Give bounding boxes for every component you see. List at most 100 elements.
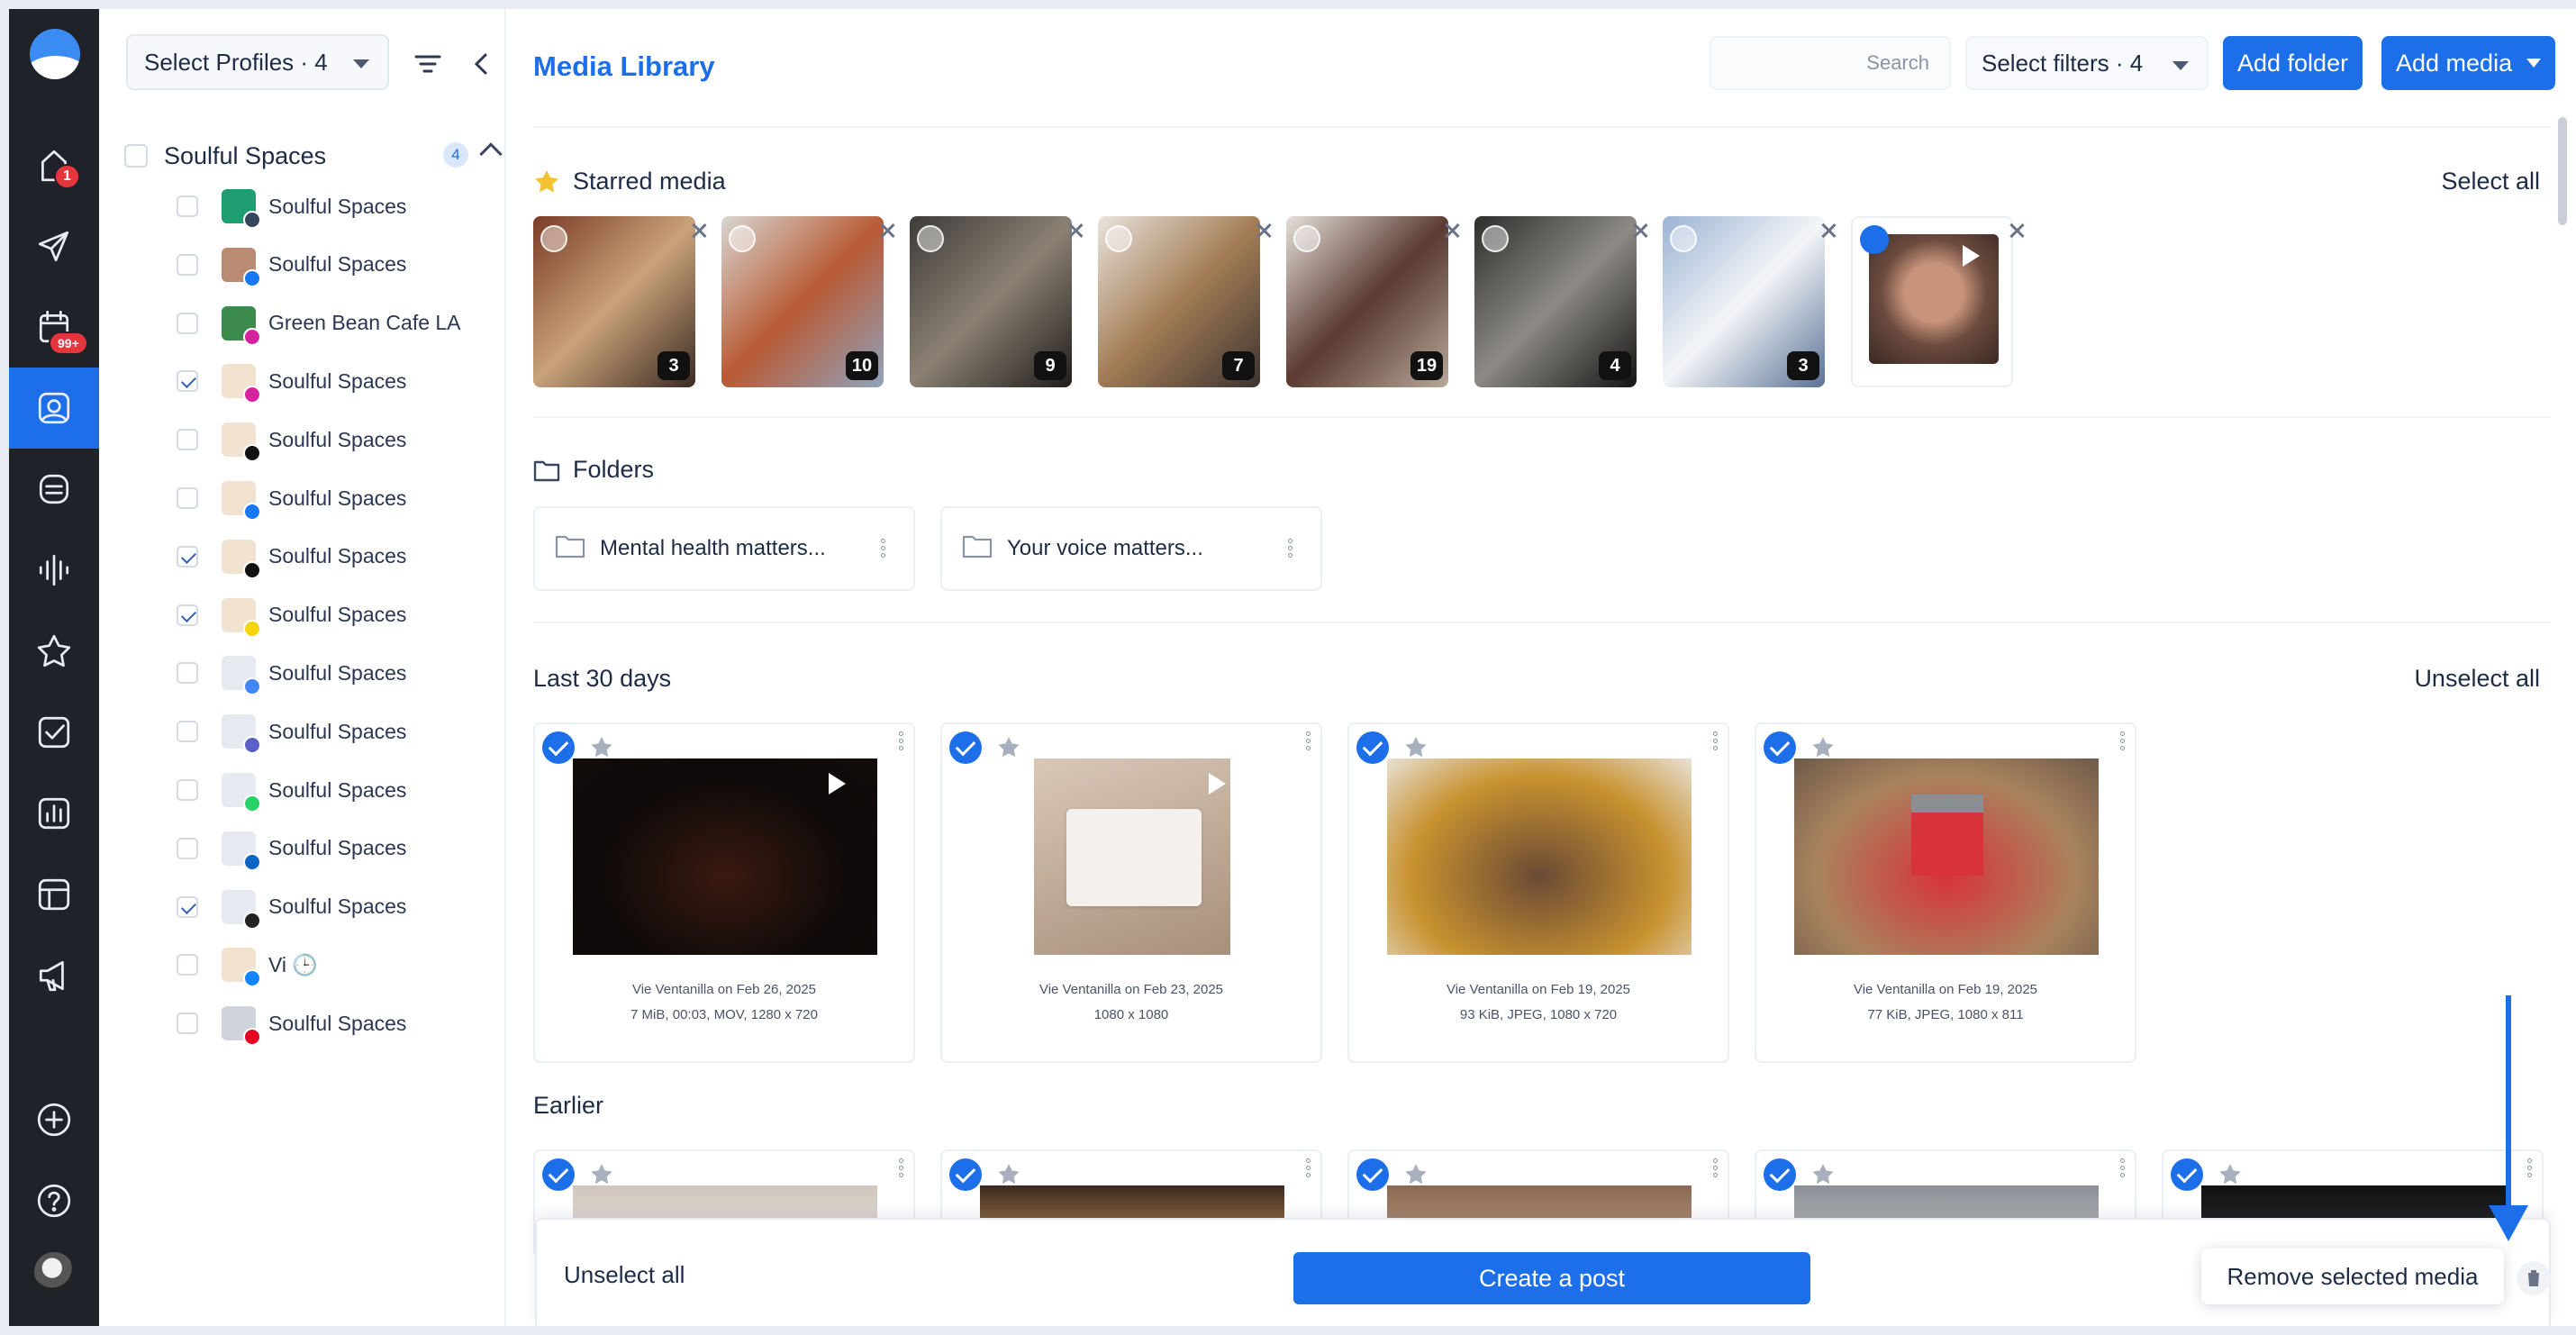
app-logo[interactable] [30, 29, 80, 79]
close-icon[interactable] [2008, 222, 2026, 240]
rail-inbox[interactable] [9, 449, 99, 530]
account-checkbox[interactable] [177, 837, 198, 859]
remove-selected-media-button[interactable] [2517, 1261, 2551, 1295]
account-row[interactable]: Vi 🕒 [177, 942, 501, 988]
account-checkbox[interactable] [177, 312, 198, 334]
selected-check-icon[interactable] [1356, 1158, 1389, 1191]
create-post-button[interactable]: Create a post [1293, 1252, 1810, 1304]
more-options-icon[interactable] [1713, 1158, 1719, 1180]
group-checkbox[interactable] [124, 144, 148, 168]
select-circle[interactable] [917, 225, 944, 252]
select-circle[interactable] [1670, 225, 1697, 252]
star-icon[interactable] [996, 1162, 1021, 1187]
rail-analytics[interactable] [9, 773, 99, 854]
account-checkbox[interactable] [177, 779, 198, 801]
media-card[interactable]: Vie Ventanilla on Feb 23, 2025 1080 x 108… [940, 722, 1322, 1063]
starred-media-item[interactable] [1851, 216, 2013, 387]
starred-media-item[interactable]: 4 [1474, 216, 1637, 387]
account-row[interactable]: Soulful Spaces [177, 184, 501, 229]
close-icon[interactable] [1066, 222, 1084, 240]
selected-check-icon[interactable] [949, 731, 982, 764]
account-checkbox[interactable] [177, 604, 198, 626]
star-icon[interactable] [589, 735, 614, 760]
user-avatar[interactable] [34, 1252, 74, 1292]
select-circle[interactable] [729, 225, 756, 252]
account-row[interactable]: Soulful Spaces [177, 593, 501, 638]
add-folder-button[interactable]: Add folder [2223, 36, 2363, 90]
rail-media-library[interactable] [9, 368, 99, 449]
add-media-button[interactable]: Add media [2381, 36, 2556, 90]
selected-check-icon[interactable] [542, 1158, 575, 1191]
rail-home[interactable]: 1 [9, 124, 99, 205]
unselect-all-link[interactable]: Unselect all [2414, 665, 2540, 693]
filters-dropdown[interactable]: Select filters · 4 [1965, 36, 2209, 90]
rail-publish[interactable] [9, 205, 99, 286]
close-icon[interactable] [1819, 222, 1837, 240]
star-icon[interactable] [1403, 1162, 1429, 1187]
more-options-icon[interactable] [2120, 1158, 2126, 1180]
rail-templates[interactable] [9, 854, 99, 935]
more-options-icon[interactable] [2527, 1158, 2533, 1180]
rail-help[interactable] [9, 1160, 99, 1241]
account-row[interactable]: Soulful Spaces [177, 826, 501, 871]
search-input[interactable]: Search [1710, 36, 1951, 90]
account-checkbox[interactable] [177, 545, 198, 568]
more-options-icon[interactable] [2120, 731, 2126, 753]
bottom-unselect-all-button[interactable]: Unselect all [564, 1261, 685, 1289]
select-circle[interactable] [1105, 225, 1132, 252]
rail-tasks[interactable] [9, 692, 99, 773]
chevron-up-icon[interactable] [479, 142, 503, 166]
account-checkbox[interactable] [177, 721, 198, 743]
folder-card[interactable]: Mental health matters... [533, 506, 915, 591]
rail-calendar[interactable]: 99+ [9, 286, 99, 368]
close-icon[interactable] [1631, 222, 1649, 240]
close-icon[interactable] [878, 222, 896, 240]
account-row[interactable]: Soulful Spaces [177, 534, 501, 579]
close-icon[interactable] [1443, 222, 1461, 240]
more-options-icon[interactable] [899, 731, 904, 753]
profile-group-row[interactable]: Soulful Spaces 4 [124, 135, 503, 177]
collapse-sidebar-icon[interactable] [467, 49, 497, 79]
account-checkbox[interactable] [177, 370, 198, 393]
selected-check-icon[interactable] [1764, 731, 1796, 764]
starred-media-item[interactable]: 3 [1663, 216, 1825, 387]
rail-ads[interactable] [9, 935, 99, 1016]
star-icon[interactable] [1810, 735, 1836, 760]
starred-media-item[interactable]: 19 [1286, 216, 1448, 387]
more-options-icon[interactable] [899, 1158, 904, 1180]
more-options-icon[interactable] [1288, 539, 1293, 560]
account-checkbox[interactable] [177, 895, 198, 918]
rail-reviews[interactable] [9, 611, 99, 692]
account-checkbox[interactable] [177, 1013, 198, 1035]
account-row[interactable]: Soulful Spaces [177, 476, 501, 521]
star-icon[interactable] [1810, 1162, 1836, 1187]
starred-media-item[interactable]: 9 [910, 216, 1072, 387]
star-icon[interactable] [589, 1162, 614, 1187]
account-row[interactable]: Soulful Spaces [177, 359, 501, 404]
more-options-icon[interactable] [881, 539, 886, 560]
more-options-icon[interactable] [1306, 731, 1311, 753]
selected-check-icon[interactable] [1860, 225, 1889, 254]
selected-check-icon[interactable] [949, 1158, 982, 1191]
account-checkbox[interactable] [177, 487, 198, 509]
rail-add[interactable] [9, 1079, 99, 1160]
close-icon[interactable] [690, 222, 708, 240]
starred-media-item[interactable]: 3 [533, 216, 695, 387]
account-row[interactable]: Soulful Spaces [177, 242, 501, 287]
star-icon[interactable] [996, 735, 1021, 760]
selected-check-icon[interactable] [1356, 731, 1389, 764]
select-circle[interactable] [1482, 225, 1509, 252]
account-row[interactable]: Soulful Spaces [177, 417, 501, 463]
account-checkbox[interactable] [177, 195, 198, 217]
media-card[interactable]: Vie Ventanilla on Feb 26, 2025 7 MiB, 00:… [533, 722, 915, 1063]
account-row[interactable]: Soulful Spaces [177, 1001, 501, 1047]
star-icon[interactable] [2218, 1162, 2243, 1187]
folder-card[interactable]: Your voice matters... [940, 506, 1322, 591]
account-checkbox[interactable] [177, 662, 198, 685]
profile-select-dropdown[interactable]: Select Profiles · 4 [126, 34, 389, 90]
more-options-icon[interactable] [1713, 731, 1719, 753]
account-checkbox[interactable] [177, 954, 198, 976]
select-circle[interactable] [1293, 225, 1320, 252]
account-row[interactable]: Soulful Spaces [177, 767, 501, 813]
filter-icon[interactable] [413, 49, 443, 79]
